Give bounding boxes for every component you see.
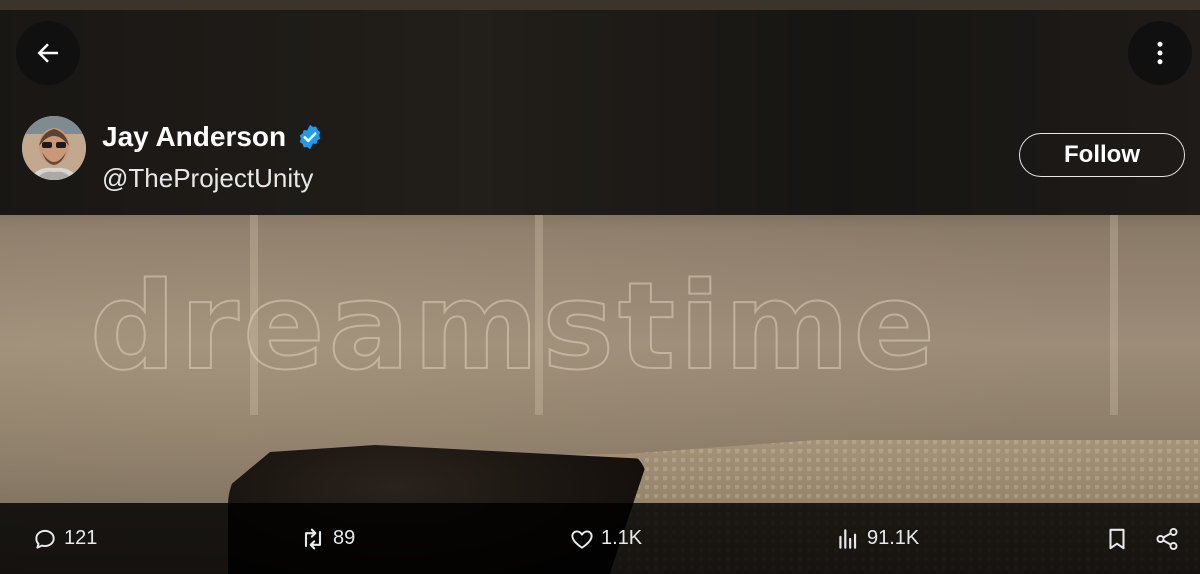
heart-icon xyxy=(571,529,593,549)
author-name-row: Jay Anderson xyxy=(102,121,324,153)
action-bar: 121 89 1.1K 91.1K xyxy=(0,503,1200,574)
bookmark-icon xyxy=(1109,528,1125,549)
views-bar-chart-icon xyxy=(839,528,857,549)
more-vertical-icon xyxy=(1157,41,1163,65)
avatar[interactable] xyxy=(22,116,86,180)
views-count: 91.1K xyxy=(867,527,920,549)
bookmark-button[interactable] xyxy=(1104,503,1130,574)
reply-icon xyxy=(35,529,55,549)
author-handle[interactable]: @TheProjectUnity xyxy=(102,163,313,194)
share-button[interactable] xyxy=(1154,503,1180,574)
reply-button[interactable]: 121 xyxy=(32,503,97,574)
views-button[interactable]: 91.1K xyxy=(835,503,919,574)
verified-badge-icon xyxy=(299,124,321,150)
back-button[interactable] xyxy=(16,21,80,85)
share-icon xyxy=(1156,527,1178,550)
repost-button[interactable]: 89 xyxy=(299,503,355,574)
arrow-left-icon xyxy=(37,43,58,63)
like-count: 1.1K xyxy=(601,527,643,549)
watermark: dreamstime xyxy=(89,257,939,398)
repost-icon xyxy=(304,528,322,549)
photo-streak xyxy=(1110,215,1118,415)
more-options-button[interactable] xyxy=(1128,21,1192,85)
reply-count: 121 xyxy=(64,527,98,549)
follow-button[interactable]: Follow xyxy=(1019,133,1185,177)
author-name[interactable]: Jay Anderson xyxy=(102,121,286,153)
avatar-image xyxy=(22,116,86,180)
repost-count: 89 xyxy=(333,527,356,549)
like-button[interactable]: 1.1K xyxy=(569,503,642,574)
